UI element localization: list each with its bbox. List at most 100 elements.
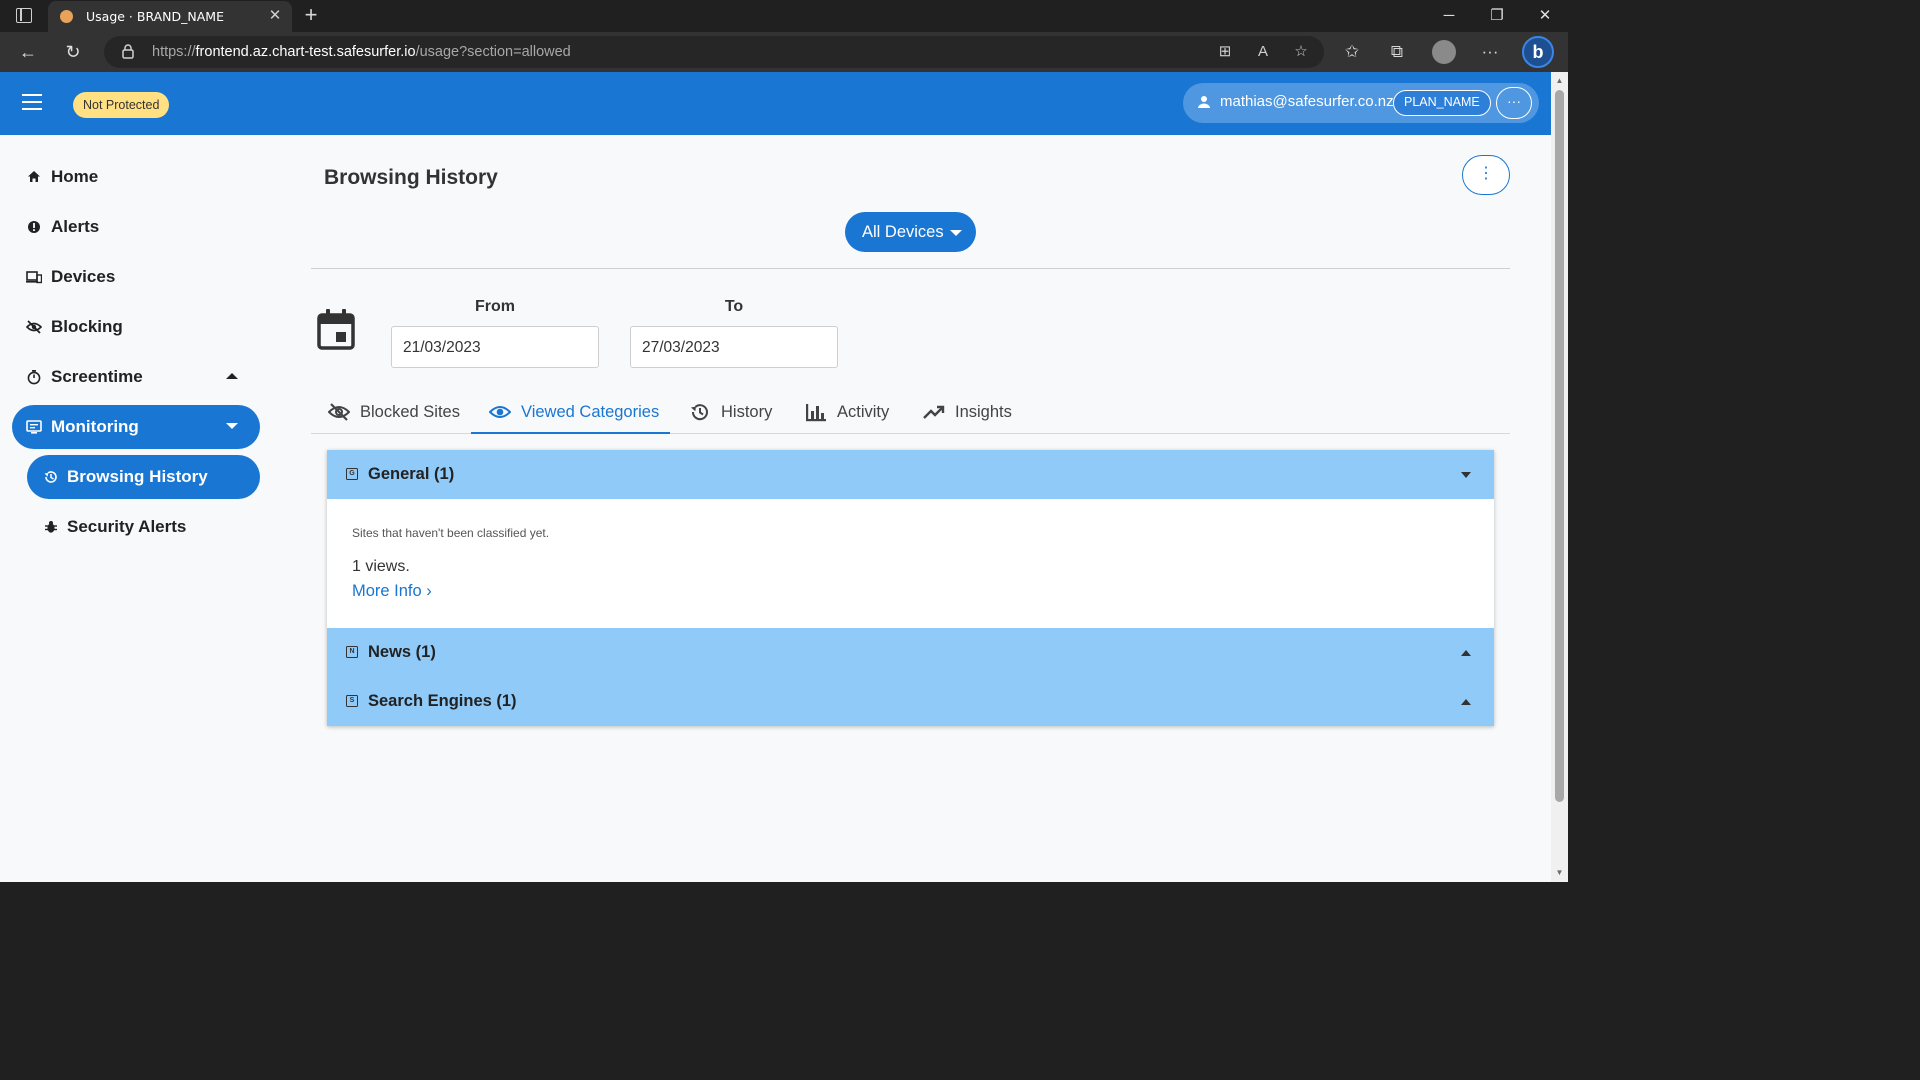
app-available-icon[interactable]: ⊞ — [1214, 42, 1236, 62]
tab-label: Activity — [837, 403, 890, 421]
to-label: To — [724, 298, 744, 315]
chevron-down-icon — [950, 230, 962, 236]
sidebar-item-blocking[interactable]: Blocking — [12, 305, 260, 349]
page-content: Not Protected mathias@safesurfer.co.nz P… — [0, 72, 1551, 882]
sidebar-item-label: Screentime — [51, 367, 143, 386]
tab-label: Blocked Sites — [360, 403, 460, 421]
sidebar-item-label: Browsing History — [67, 467, 208, 486]
sidebar-subitem-security-alerts[interactable]: Security Alerts — [27, 505, 260, 549]
from-date-field[interactable]: 21/03/2023 — [391, 326, 599, 368]
favicon-icon — [60, 10, 73, 23]
scroll-up-icon[interactable]: ▲ — [1555, 76, 1564, 85]
tab-activity[interactable]: Activity — [805, 390, 895, 434]
page-scrollbar[interactable]: ▲ ▼ — [1551, 72, 1568, 882]
chevron-up-icon — [1461, 650, 1471, 656]
back-icon[interactable]: ← — [13, 38, 43, 66]
user-icon — [1198, 96, 1210, 108]
device-select[interactable]: All Devices — [845, 212, 976, 252]
page-title: Browsing History — [324, 166, 498, 189]
favorites-icon[interactable]: ✩ — [1340, 41, 1364, 63]
tab-actions-icon[interactable] — [16, 8, 32, 23]
bar-chart-icon — [806, 404, 826, 422]
user-email: mathias@safesurfer.co.nz — [1220, 93, 1394, 110]
minimize-icon[interactable]: ─ — [1426, 0, 1472, 32]
category-title: Search Engines (1) — [368, 692, 517, 710]
chevron-down-icon — [226, 423, 238, 429]
tab-viewed-categories[interactable]: Viewed Categories — [471, 390, 670, 434]
visibility-off-icon — [328, 403, 350, 421]
url-field[interactable]: https://frontend.az.chart-test.safesurfe… — [104, 36, 1324, 68]
scrollbar-thumb[interactable] — [1555, 90, 1564, 802]
new-tab-icon[interactable]: + — [300, 4, 322, 26]
usage-tabs: Blocked Sites Viewed Categories History … — [311, 390, 1510, 434]
chevron-up-icon — [1461, 699, 1471, 705]
history-icon — [691, 404, 708, 421]
settings-more-icon[interactable]: ··· — [1478, 41, 1502, 63]
sidebar-item-label: Alerts — [51, 217, 100, 236]
from-label: From — [475, 298, 515, 315]
tab-title: Usage · BRAND_NAME — [86, 9, 224, 24]
plan-badge[interactable]: PLAN_NAME — [1393, 90, 1491, 116]
sidebar-item-label: Security Alerts — [67, 517, 187, 536]
browser-address-bar: ← ↻ https://frontend.az.chart-test.safes… — [0, 32, 1568, 72]
category-views: 1 views. — [352, 558, 410, 575]
sidebar-item-home[interactable]: Home — [12, 155, 260, 199]
chevron-down-icon — [1461, 472, 1471, 478]
browser-tab[interactable]: Usage · BRAND_NAME ✕ — [48, 1, 292, 32]
tab-label: Insights — [955, 403, 1012, 421]
history-icon — [44, 471, 57, 483]
sidebar-item-devices[interactable]: Devices — [12, 255, 260, 299]
tab-label: History — [721, 403, 773, 421]
divider — [311, 268, 1510, 269]
category-header-news[interactable]: N News (1) — [327, 628, 1494, 677]
sidebar-item-alerts[interactable]: Alerts — [12, 205, 260, 249]
device-select-value: All Devices — [862, 223, 944, 241]
tab-history[interactable]: History — [689, 390, 779, 434]
read-aloud-icon[interactable]: A — [1252, 42, 1274, 62]
to-date-field[interactable]: 27/03/2023 — [630, 326, 838, 368]
category-header-search-engines[interactable]: S Search Engines (1) — [327, 677, 1494, 726]
home-icon — [28, 171, 40, 182]
bug-icon — [45, 521, 57, 533]
category-accordion: G General (1) Sites that haven't been cl… — [327, 450, 1494, 726]
account-more-button[interactable]: ··· — [1496, 87, 1532, 119]
sidebar-item-monitoring[interactable]: Monitoring — [12, 405, 260, 449]
page-options-button[interactable]: ⋮ — [1462, 155, 1510, 195]
timer-icon — [27, 370, 41, 385]
profile-avatar[interactable] — [1432, 40, 1456, 64]
category-header-general[interactable]: G General (1) — [327, 450, 1494, 499]
restore-icon[interactable]: ❐ — [1474, 0, 1520, 32]
protection-status-badge[interactable]: Not Protected — [73, 92, 170, 118]
trending-up-icon — [923, 405, 945, 419]
add-favorite-icon[interactable]: ☆ — [1290, 42, 1312, 62]
calendar-icon — [317, 309, 355, 350]
collections-icon[interactable]: ⧉ — [1385, 41, 1409, 63]
sidebar-item-screentime[interactable]: Screentime — [12, 355, 260, 399]
menu-icon[interactable] — [22, 94, 44, 112]
tab-insights[interactable]: Insights — [923, 390, 1023, 434]
refresh-icon[interactable]: ↻ — [58, 38, 88, 66]
devices-icon — [26, 271, 42, 284]
sidebar-item-label: Devices — [51, 267, 116, 286]
app-bar: Not Protected mathias@safesurfer.co.nz P… — [0, 72, 1551, 135]
close-tab-icon[interactable]: ✕ — [266, 7, 284, 25]
tab-blocked-sites[interactable]: Blocked Sites — [328, 390, 468, 434]
browser-tab-bar: Usage · BRAND_NAME ✕ + ─ ❐ ✕ — [0, 0, 1568, 32]
account-pill[interactable]: mathias@safesurfer.co.nz PLAN_NAME ··· — [1183, 83, 1539, 123]
visibility-off-icon — [26, 320, 42, 334]
category-description: Sites that haven't been classified yet. — [352, 526, 550, 540]
scroll-down-icon[interactable]: ▼ — [1555, 868, 1564, 877]
url-text: https://frontend.az.chart-test.safesurfe… — [152, 44, 571, 60]
more-info-link[interactable]: More Info › — [352, 582, 432, 601]
sidebar-item-label: Monitoring — [51, 417, 139, 436]
sidebar-subitem-browsing-history[interactable]: Browsing History — [27, 455, 260, 499]
category-letter-icon: N — [346, 646, 358, 658]
category-title: General (1) — [368, 465, 455, 483]
bing-icon[interactable]: b — [1522, 36, 1554, 68]
close-window-icon[interactable]: ✕ — [1522, 0, 1568, 32]
category-letter-icon: G — [346, 468, 358, 480]
monitor-icon — [26, 420, 42, 434]
lock-icon — [122, 44, 134, 59]
alert-icon — [28, 221, 40, 233]
sidebar-item-label: Blocking — [51, 317, 123, 336]
